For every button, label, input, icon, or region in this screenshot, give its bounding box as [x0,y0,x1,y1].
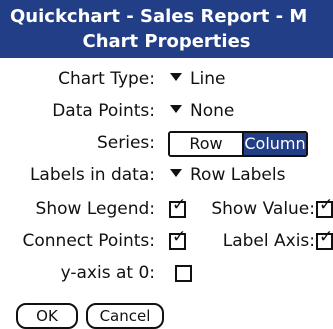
y-axis-at-0-checkbox[interactable] [175,265,192,282]
labels-in-data-value: Row Labels [190,165,286,185]
labels-in-data-label: Labels in data: [29,165,155,185]
connect-points-label: Connect Points: [22,231,156,251]
dialog-title: Chart Properties [82,31,251,52]
labels-in-data-dropdown[interactable]: Row Labels [170,162,285,188]
data-points-row: Data Points: None [0,98,333,124]
dropdown-arrow-icon [170,169,182,177]
series-label: Series: [96,133,155,153]
show-value-label: Show Value: [211,199,315,219]
check-icon: ✓ [172,227,187,247]
connect-points-checkbox[interactable]: ✓ [169,229,186,250]
series-toggle: Row Column [168,131,308,157]
title-bar: Quickchart - Sales Report - M Chart Prop… [0,0,333,58]
series-column-option[interactable]: Column [244,133,306,155]
chart-type-label: Chart Type: [58,69,155,89]
chart-type-row: Chart Type: Line [0,66,333,92]
ok-button[interactable]: OK [16,303,78,329]
show-value-checkbox[interactable]: ✓ [316,197,333,218]
label-axis-label: Label Axis: [222,231,315,251]
labels-in-data-row: Labels in data: Row Labels [0,162,333,188]
show-legend-checkbox[interactable]: ✓ [169,197,186,218]
y-axis-row: y-axis at 0: [0,260,333,286]
legend-value-row: Show Legend: ✓ Show Value: ✓ [0,196,333,222]
data-points-value: None [190,101,235,121]
label-axis-checkbox[interactable]: ✓ [316,229,333,250]
cancel-button[interactable]: Cancel [86,303,164,329]
data-points-label: Data Points: [52,101,155,121]
chart-type-value: Line [190,69,226,89]
connect-axis-row: Connect Points: ✓ Label Axis: ✓ [0,228,333,254]
series-row: Series: Row Column [0,130,333,157]
check-icon: ✓ [319,195,333,215]
show-legend-label: Show Legend: [35,199,155,219]
series-row-option[interactable]: Row [170,133,244,155]
data-points-dropdown[interactable]: None [170,98,234,124]
app-title: Quickchart - Sales Report - M [10,6,308,27]
check-icon: ✓ [319,227,333,247]
dropdown-arrow-icon [170,73,182,81]
dropdown-arrow-icon [170,105,182,113]
check-icon: ✓ [172,195,187,215]
chart-type-dropdown[interactable]: Line [170,66,225,92]
y-axis-at-0-label: y-axis at 0: [60,263,155,283]
